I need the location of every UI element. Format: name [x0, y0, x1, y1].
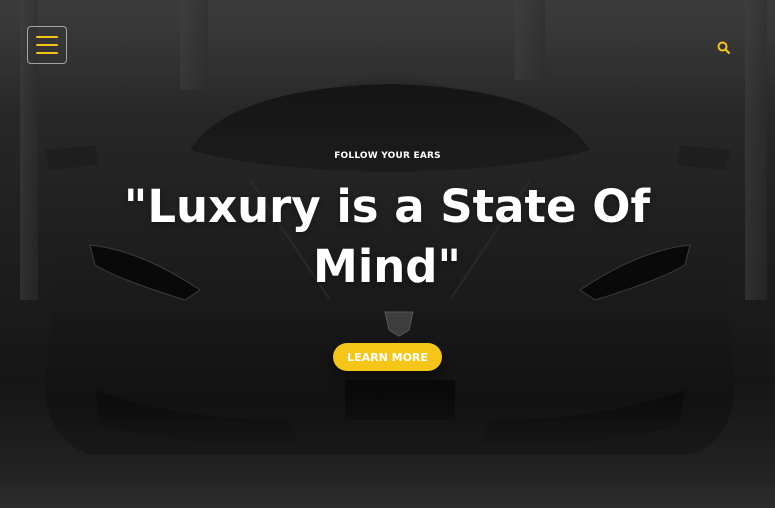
search-button[interactable] — [716, 40, 732, 56]
hero-eyebrow: FOLLOW YOUR EARS — [334, 151, 441, 161]
hero-section: FOLLOW YOUR EARS "Luxury is a State Of M… — [0, 0, 775, 508]
hero-headline: "Luxury is a State Of Mind" — [123, 180, 651, 293]
search-icon — [717, 41, 731, 55]
learn-more-button[interactable]: LEARN MORE — [333, 343, 442, 371]
menu-toggle-button[interactable] — [27, 26, 67, 64]
hamburger-menu-icon — [36, 36, 58, 38]
